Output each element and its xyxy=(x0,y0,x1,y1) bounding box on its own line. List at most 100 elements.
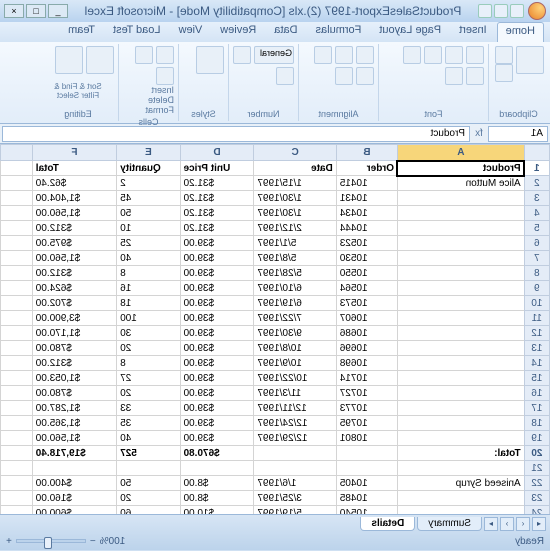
font-color-icon[interactable] xyxy=(445,67,463,85)
cell[interactable]: 2/12/1997 xyxy=(254,221,336,236)
cell[interactable]: $1,560.00 xyxy=(32,431,116,446)
cell[interactable]: $780.00 xyxy=(32,341,116,356)
format-cells-icon[interactable] xyxy=(156,67,174,85)
cell[interactable]: $39.00 xyxy=(180,356,254,371)
cell[interactable]: $1,560.00 xyxy=(32,251,116,266)
row-header[interactable]: 11 xyxy=(524,311,549,326)
cell[interactable]: $39.00 xyxy=(180,341,254,356)
cell[interactable]: 10573 xyxy=(336,296,397,311)
cell[interactable]: $62.40 xyxy=(32,176,116,191)
cell[interactable]: 8 xyxy=(117,356,180,371)
cell[interactable]: 6/10/1997 xyxy=(254,281,336,296)
cell[interactable]: $975.00 xyxy=(32,236,116,251)
cell[interactable] xyxy=(397,416,524,431)
row-header[interactable]: 21 xyxy=(524,461,549,476)
cell[interactable]: $312.00 xyxy=(32,356,116,371)
cell[interactable]: 5/19/1997 xyxy=(254,506,336,515)
tab-view[interactable]: View xyxy=(171,22,211,42)
cell[interactable] xyxy=(397,326,524,341)
cell[interactable]: $10.00 xyxy=(180,506,254,515)
cell[interactable]: 2 xyxy=(117,176,180,191)
cell[interactable]: 527 xyxy=(117,446,180,461)
cell[interactable] xyxy=(397,431,524,446)
cell[interactable]: $39.00 xyxy=(180,371,254,386)
cell[interactable]: $1,053.00 xyxy=(32,371,116,386)
cell[interactable] xyxy=(397,371,524,386)
cell[interactable]: 10564 xyxy=(336,281,397,296)
cell[interactable] xyxy=(397,341,524,356)
row-header[interactable]: 20 xyxy=(524,446,549,461)
tab-insert[interactable]: Insert xyxy=(451,22,495,42)
col-header-C[interactable]: C xyxy=(254,145,336,161)
header-cell[interactable]: Date xyxy=(254,161,336,176)
cell[interactable]: 20 xyxy=(117,341,180,356)
cell[interactable] xyxy=(336,446,397,461)
sheet-nav-first[interactable]: ◂ xyxy=(532,517,546,531)
tab-formulas[interactable]: Formulas xyxy=(308,22,370,42)
cell[interactable]: 10/22/1997 xyxy=(254,371,336,386)
cell[interactable]: 10434 xyxy=(336,206,397,221)
cell[interactable]: 5/1/1997 xyxy=(254,236,336,251)
cell[interactable]: $39.00 xyxy=(180,296,254,311)
header-cell[interactable]: Total xyxy=(32,161,116,176)
cell[interactable] xyxy=(397,491,524,506)
border-icon[interactable] xyxy=(403,46,421,64)
cell[interactable]: $1,404.00 xyxy=(32,191,116,206)
cell[interactable]: 6/19/1997 xyxy=(254,296,336,311)
cell[interactable]: 30 xyxy=(117,326,180,341)
cell[interactable]: 12/29/1997 xyxy=(254,431,336,446)
align-center-icon[interactable] xyxy=(335,46,353,64)
number-format-dropdown[interactable]: General xyxy=(254,46,294,64)
cell[interactable]: 10550 xyxy=(336,266,397,281)
cell[interactable]: 12/24/1997 xyxy=(254,416,336,431)
cell[interactable]: 40 xyxy=(117,431,180,446)
cell[interactable]: $702.00 xyxy=(32,296,116,311)
cell[interactable]: $31.20 xyxy=(180,191,254,206)
cell[interactable]: 10540 xyxy=(336,506,397,515)
row-header[interactable]: 6 xyxy=(524,236,549,251)
col-header-A[interactable]: A xyxy=(397,145,524,161)
cell[interactable]: Total: xyxy=(397,446,524,461)
cell[interactable]: 50 xyxy=(117,206,180,221)
cell[interactable]: 1/6/1997 xyxy=(254,476,336,491)
cell[interactable]: 16 xyxy=(117,281,180,296)
cell[interactable]: 50 xyxy=(117,476,180,491)
sheet-tab-details[interactable]: Details xyxy=(360,517,415,531)
maximize-button[interactable]: □ xyxy=(26,4,46,18)
cell[interactable]: $31.20 xyxy=(180,206,254,221)
cell[interactable]: $39.00 xyxy=(180,236,254,251)
minimize-button[interactable]: _ xyxy=(48,4,68,18)
cell[interactable]: 10405 xyxy=(336,476,397,491)
cell[interactable]: $624.00 xyxy=(32,281,116,296)
cell[interactable]: $780.00 xyxy=(32,386,116,401)
cell[interactable]: 5/8/1997 xyxy=(254,251,336,266)
cell[interactable]: $39.00 xyxy=(180,386,254,401)
cell[interactable]: $8.00 xyxy=(180,476,254,491)
cell[interactable]: 5/28/1997 xyxy=(254,266,336,281)
cell[interactable]: 11/3/1997 xyxy=(254,386,336,401)
cell[interactable]: 10 xyxy=(117,221,180,236)
insert-cells-icon[interactable] xyxy=(156,46,174,64)
cell[interactable]: 10795 xyxy=(336,416,397,431)
cell[interactable]: 12/11/1997 xyxy=(254,401,336,416)
cell[interactable]: $39.00 xyxy=(180,251,254,266)
cell[interactable]: 35 xyxy=(117,416,180,431)
cell[interactable]: 10686 xyxy=(336,326,397,341)
row-header[interactable]: 5 xyxy=(524,221,549,236)
tab-team[interactable]: Team xyxy=(60,22,103,42)
delete-cells-icon[interactable] xyxy=(135,46,153,64)
styles-icon[interactable] xyxy=(196,46,224,74)
row-header[interactable]: 3 xyxy=(524,191,549,206)
cell[interactable]: 10444 xyxy=(336,221,397,236)
percent-icon[interactable] xyxy=(276,67,294,85)
sheet-nav-prev[interactable]: ‹ xyxy=(516,517,530,531)
cell[interactable]: 20 xyxy=(117,491,180,506)
cell[interactable]: 60 xyxy=(117,506,180,515)
cell[interactable] xyxy=(254,461,336,476)
cell[interactable]: 3/25/1997 xyxy=(254,491,336,506)
tab-home[interactable]: Home xyxy=(497,22,544,42)
cell[interactable]: 20 xyxy=(117,386,180,401)
row-header[interactable]: 7 xyxy=(524,251,549,266)
row-header[interactable]: 19 xyxy=(524,431,549,446)
cell[interactable] xyxy=(397,281,524,296)
